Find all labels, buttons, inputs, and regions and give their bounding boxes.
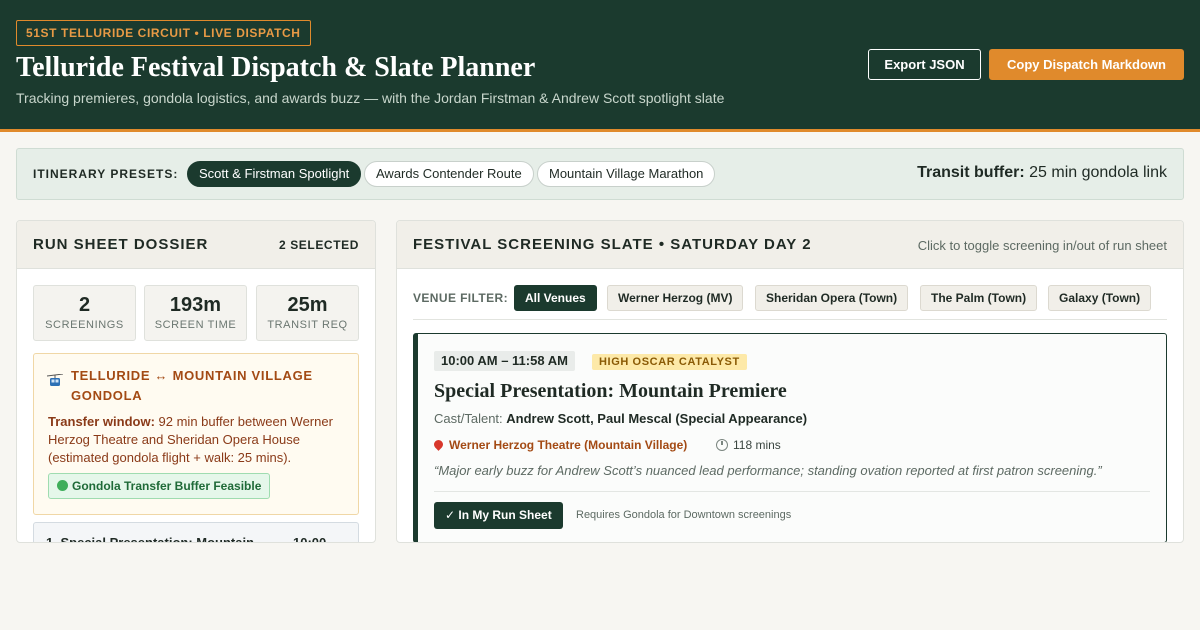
run-sheet-title: RUN SHEET DOSSIER	[33, 236, 209, 253]
transfer-window-text: Transfer window: 92 min buffer between W…	[48, 413, 348, 467]
feasible-badge: Gondola Transfer Buffer Feasible	[48, 473, 271, 499]
screening-duration: 118 mins	[716, 438, 781, 452]
transit-buffer-value: 25 min gondola link	[1029, 164, 1167, 181]
divider	[413, 319, 1167, 320]
gondola-title: TELLURIDE ↔ MOUNTAIN VILLAGE GONDOLA	[71, 368, 313, 403]
duration-value: 118 mins	[733, 438, 781, 452]
cast-names: Andrew Scott, Paul Mescal (Special Appea…	[506, 411, 808, 426]
stat-label: SCREEN TIME	[154, 319, 237, 331]
screening-time: 10:00 AM – 11:58 AM	[434, 351, 575, 371]
slate-header: FESTIVAL SCREENING SLATE • SATURDAY DAY …	[397, 221, 1183, 269]
preset-scott-firstman[interactable]: Scott & Firstman Spotlight	[187, 161, 362, 187]
buzz-quote: “Major early buzz for Andrew Scott’s nua…	[434, 463, 1102, 478]
venue-filter-the-palm[interactable]: The Palm (Town)	[920, 285, 1038, 311]
transit-buffer-label: Transit buffer:	[917, 164, 1025, 181]
stat-transit-req: 25m TRANSIT REQ	[256, 285, 359, 341]
itinerary-presets-bar: ITINERARY PRESETS: Scott & Firstman Spot…	[16, 148, 1184, 200]
gondola-requirement-note: Requires Gondola for Downtown screenings	[576, 509, 792, 521]
page-title: Telluride Festival Dispatch & Slate Plan…	[16, 52, 536, 83]
presets-label: ITINERARY PRESETS:	[33, 167, 179, 181]
venue-filter-werner-herzog[interactable]: Werner Herzog (MV)	[607, 285, 744, 311]
gondola-icon	[46, 373, 64, 391]
run-sheet-panel: RUN SHEET DOSSIER 2 SELECTED 2 SCREENING…	[16, 220, 376, 543]
divider	[434, 491, 1150, 492]
cast-talent: Cast/Talent: Andrew Scott, Paul Mescal (…	[434, 411, 807, 426]
green-status-icon	[57, 480, 68, 491]
preset-awards-contender[interactable]: Awards Contender Route	[364, 161, 534, 187]
transfer-window-label: Transfer window:	[48, 414, 155, 429]
clock-icon	[716, 439, 728, 451]
screening-venue: Werner Herzog Theatre (Mountain Village)	[432, 438, 688, 452]
screening-title: Special Presentation: Mountain Premiere	[434, 380, 787, 402]
run-sheet-item-time: 10:00	[293, 535, 327, 543]
screening-slate-panel: FESTIVAL SCREENING SLATE • SATURDAY DAY …	[396, 220, 1184, 543]
stat-value: 2	[78, 294, 91, 316]
selected-count: 2 SELECTED	[278, 238, 359, 252]
stat-screen-time: 193m SCREEN TIME	[144, 285, 247, 341]
run-sheet-item-label: 1. Special Presentation: Mountain	[46, 535, 255, 543]
live-dispatch-badge: 51ST TELLURIDE CIRCUIT • LIVE DISPATCH	[16, 20, 311, 46]
run-sheet-item[interactable]: 1. Special Presentation: Mountain 10:00	[33, 522, 359, 543]
venue-filter-label: VENUE FILTER:	[413, 291, 508, 305]
transit-buffer: Transit buffer: 25 min gondola link	[917, 164, 1167, 182]
oscar-catalyst-badge: HIGH OSCAR CATALYST	[592, 354, 747, 370]
feasible-label: Gondola Transfer Buffer Feasible	[72, 479, 262, 493]
venue-name: Werner Herzog Theatre (Mountain Village)	[449, 438, 688, 452]
venue-filter-all[interactable]: All Venues	[514, 285, 597, 311]
gondola-transfer-box: TELLURIDE ↔ MOUNTAIN VILLAGE GONDOLA Tra…	[33, 353, 359, 515]
stat-label: SCREENINGS	[45, 319, 124, 331]
slate-title: FESTIVAL SCREENING SLATE • SATURDAY DAY …	[413, 236, 812, 253]
run-sheet-header: RUN SHEET DOSSIER 2 SELECTED	[17, 221, 375, 269]
cast-label: Cast/Talent:	[434, 411, 503, 426]
venue-filter-sheridan-opera[interactable]: Sheridan Opera (Town)	[755, 285, 909, 311]
export-json-button[interactable]: Export JSON	[868, 49, 981, 80]
screening-card[interactable]: 10:00 AM – 11:58 AM HIGH OSCAR CATALYST …	[413, 333, 1167, 542]
stat-label: TRANSIT REQ	[267, 319, 348, 331]
stat-value: 193m	[169, 294, 222, 316]
location-pin-icon	[432, 438, 445, 451]
venue-filter-galaxy[interactable]: Galaxy (Town)	[1048, 285, 1152, 311]
in-run-sheet-button[interactable]: ✓ In My Run Sheet	[434, 502, 563, 529]
preset-mountain-village[interactable]: Mountain Village Marathon	[537, 161, 716, 187]
copy-markdown-button[interactable]: Copy Dispatch Markdown	[989, 49, 1184, 80]
stat-value: 25m	[287, 294, 328, 316]
page-subtitle: Tracking premieres, gondola logistics, a…	[16, 90, 725, 106]
stat-screenings: 2 SCREENINGS	[33, 285, 136, 341]
toggle-hint: Click to toggle screening in/out of run …	[917, 238, 1167, 253]
app-header: 51ST TELLURIDE CIRCUIT • LIVE DISPATCH T…	[0, 0, 1200, 132]
